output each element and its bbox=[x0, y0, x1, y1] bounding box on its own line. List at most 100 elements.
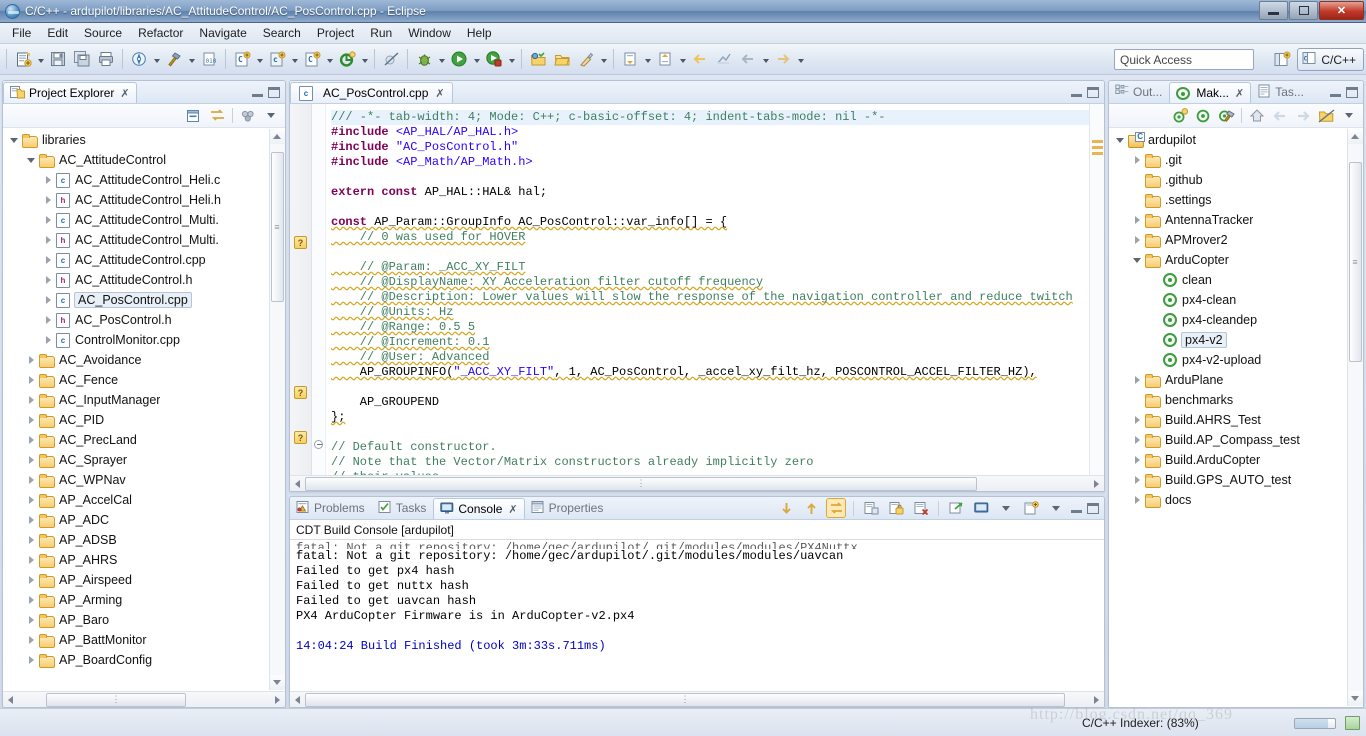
project-explorer-item-row[interactable]: AC_AttitudeControl bbox=[3, 150, 285, 170]
last-edit-location-icon[interactable] bbox=[689, 48, 711, 70]
chevron-right-icon[interactable] bbox=[41, 296, 55, 304]
progress-jobs-icon[interactable] bbox=[1345, 716, 1360, 730]
editor-horizontal-scrollbar[interactable]: ⋮ bbox=[290, 475, 1104, 491]
chevron-right-icon[interactable] bbox=[24, 396, 38, 404]
pin-console-icon[interactable] bbox=[826, 498, 846, 518]
vertical-scroll-thumb[interactable]: ≡ bbox=[1348, 162, 1362, 362]
new-wizard-icon[interactable] bbox=[12, 48, 34, 70]
code-line[interactable]: // @User: Advanced bbox=[331, 350, 1089, 365]
project-explorer-horizontal-scrollbar[interactable]: ⋮ bbox=[3, 691, 285, 707]
quick-access-input[interactable]: Quick Access bbox=[1114, 49, 1254, 70]
close-icon[interactable]: ✗ bbox=[435, 87, 444, 100]
maximize-icon[interactable] bbox=[1087, 86, 1099, 98]
make-target-item-row[interactable]: .settings bbox=[1109, 190, 1363, 210]
build-hammer-dropdown-icon[interactable] bbox=[186, 48, 197, 70]
code-line[interactable]: }; bbox=[331, 410, 1089, 425]
project-explorer-item-row[interactable]: h AC_AttitudeControl.h bbox=[3, 270, 285, 290]
scroll-right-arrow[interactable] bbox=[270, 692, 285, 707]
horizontal-scroll-track[interactable]: ⋮ bbox=[18, 692, 270, 707]
make-target-item-row[interactable]: Build.ArduCopter bbox=[1109, 450, 1363, 470]
build-all-icon[interactable] bbox=[128, 48, 150, 70]
chevron-right-icon[interactable] bbox=[41, 236, 55, 244]
tab-console[interactable]: Console ✗ bbox=[433, 498, 525, 519]
scroll-down-arrow[interactable] bbox=[1347, 691, 1363, 706]
project-explorer-item-row[interactable]: libraries bbox=[3, 130, 285, 150]
chevron-right-icon[interactable] bbox=[24, 576, 38, 584]
code-line[interactable] bbox=[331, 380, 1089, 395]
scroll-up-arrow[interactable] bbox=[269, 129, 285, 144]
new-wizard-dropdown-icon[interactable] bbox=[35, 48, 46, 70]
new-c-project-dropdown-icon[interactable] bbox=[324, 48, 335, 70]
chevron-right-icon[interactable] bbox=[1130, 376, 1144, 384]
display-console-dropdown-icon[interactable] bbox=[996, 498, 1016, 518]
tab-tasks[interactable]: Tasks bbox=[372, 497, 434, 519]
chevron-right-icon[interactable] bbox=[1130, 216, 1144, 224]
horizontal-scroll-thumb[interactable]: ⋮ bbox=[305, 476, 977, 491]
build-target-icon[interactable] bbox=[1193, 106, 1213, 126]
make-target-item-row[interactable]: docs bbox=[1109, 490, 1363, 510]
next-annotation-icon[interactable] bbox=[619, 48, 641, 70]
make-target-item-row[interactable]: ArduCopter bbox=[1109, 250, 1363, 270]
tab-problems[interactable]: Problems bbox=[290, 497, 372, 519]
menu-help[interactable]: Help bbox=[459, 24, 500, 42]
close-icon[interactable]: ✗ bbox=[120, 87, 129, 100]
maximize-icon[interactable] bbox=[1087, 502, 1099, 514]
project-explorer-item-row[interactable]: AC_WPNav bbox=[3, 470, 285, 490]
horizontal-scroll-track[interactable]: ⋮ bbox=[305, 692, 1089, 707]
profile-dropdown-icon[interactable] bbox=[506, 48, 517, 70]
chevron-right-icon[interactable] bbox=[1130, 456, 1144, 464]
minimize-icon[interactable] bbox=[1330, 93, 1341, 97]
project-explorer-item-row[interactable]: AP_BoardConfig bbox=[3, 650, 285, 670]
chevron-right-icon[interactable] bbox=[24, 456, 38, 464]
project-explorer-item-row[interactable]: c ControlMonitor.cpp bbox=[3, 330, 285, 350]
menu-navigate[interactable]: Navigate bbox=[191, 24, 254, 42]
project-explorer-item-row[interactable]: c AC_PosControl.cpp bbox=[3, 290, 285, 310]
chevron-right-icon[interactable] bbox=[24, 536, 38, 544]
chevron-right-icon[interactable] bbox=[41, 216, 55, 224]
project-explorer-item-row[interactable]: AP_Airspeed bbox=[3, 570, 285, 590]
make-target-item-row[interactable]: clean bbox=[1109, 270, 1363, 290]
menu-search[interactable]: Search bbox=[255, 24, 309, 42]
make-target-item-row[interactable]: px4-v2-upload bbox=[1109, 350, 1363, 370]
chevron-right-icon[interactable] bbox=[41, 316, 55, 324]
skip-breakpoints-icon[interactable] bbox=[380, 48, 402, 70]
semantic-warning-marker[interactable]: ? bbox=[294, 431, 307, 444]
chevron-right-icon[interactable] bbox=[1130, 496, 1144, 504]
code-line[interactable] bbox=[331, 170, 1089, 185]
code-line[interactable]: #include <AP_Math/AP_Math.h> bbox=[331, 155, 1089, 170]
project-explorer-item-row[interactable]: h AC_PosControl.h bbox=[3, 310, 285, 330]
tab-ac-poscontrol-cpp[interactable]: c AC_PosControl.cpp ✗ bbox=[290, 82, 453, 103]
make-target-item-row[interactable]: px4-cleandep bbox=[1109, 310, 1363, 330]
minimize-icon[interactable] bbox=[1071, 509, 1082, 513]
menu-file[interactable]: File bbox=[4, 24, 39, 42]
project-explorer-item-row[interactable]: AC_Avoidance bbox=[3, 350, 285, 370]
link-with-editor-icon[interactable] bbox=[207, 106, 227, 126]
close-icon[interactable]: ✗ bbox=[508, 503, 517, 516]
chevron-down-icon[interactable] bbox=[7, 137, 21, 143]
tab-project-explorer[interactable]: Project Explorer ✗ bbox=[3, 82, 137, 103]
toggle-macro-icon[interactable]: 010 bbox=[198, 48, 220, 70]
collapse-all-icon[interactable] bbox=[184, 106, 204, 126]
save-all-icon[interactable] bbox=[71, 48, 93, 70]
project-explorer-item-row[interactable]: AP_ADC bbox=[3, 510, 285, 530]
scroll-up-icon[interactable] bbox=[801, 498, 821, 518]
project-explorer-item-row[interactable]: AP_Baro bbox=[3, 610, 285, 630]
make-target-item-row[interactable]: AntennaTracker bbox=[1109, 210, 1363, 230]
code-line[interactable] bbox=[331, 425, 1089, 440]
chevron-right-icon[interactable] bbox=[41, 276, 55, 284]
make-target-item-row[interactable]: px4-v2 bbox=[1109, 330, 1363, 350]
project-explorer-item-row[interactable]: AP_BattMonitor bbox=[3, 630, 285, 650]
maximize-icon[interactable] bbox=[1346, 86, 1358, 98]
project-explorer-item-row[interactable]: h AC_AttitudeControl_Multi. bbox=[3, 230, 285, 250]
console-output[interactable]: fatal: Not a git repository: /home/gec/a… bbox=[290, 540, 1104, 691]
project-explorer-item-row[interactable]: AP_ADSB bbox=[3, 530, 285, 550]
scroll-up-arrow[interactable] bbox=[1347, 129, 1363, 144]
make-target-vertical-scrollbar[interactable]: ≡ bbox=[1347, 129, 1363, 706]
project-explorer-vertical-scrollbar[interactable]: ≡ bbox=[269, 129, 285, 690]
maximize-button[interactable] bbox=[1289, 1, 1318, 20]
previous-annotation-icon[interactable] bbox=[654, 48, 676, 70]
close-button[interactable]: ✕ bbox=[1319, 1, 1364, 20]
open-console-icon[interactable] bbox=[946, 498, 966, 518]
project-explorer-item-row[interactable]: h AC_AttitudeControl_Heli.h bbox=[3, 190, 285, 210]
chevron-right-icon[interactable] bbox=[1130, 416, 1144, 424]
